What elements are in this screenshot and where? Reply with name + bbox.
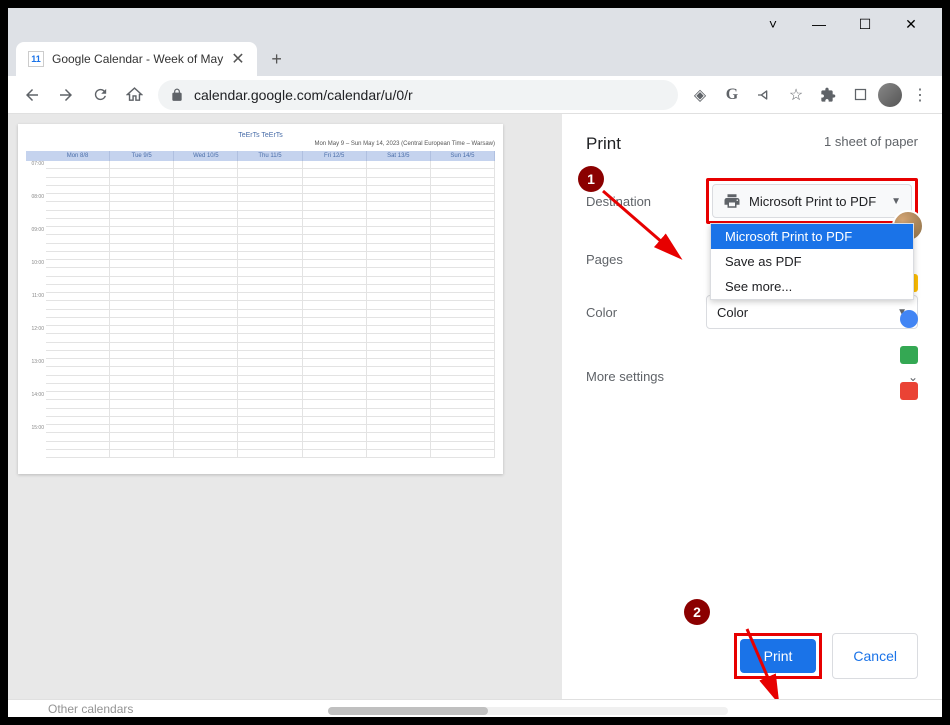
annotation-badge-2: 2 [684,599,710,625]
bottom-strip: Other calendars [8,699,942,717]
print-dialog-title: Print [586,134,621,154]
arrow-right-icon [57,86,75,104]
calendar-title: TeErTs TeErTs [26,132,495,139]
back-button[interactable] [16,79,48,111]
window-dropdown[interactable]: ˅ [750,9,796,39]
destination-value: Microsoft Print to PDF [749,194,876,209]
menu-icon[interactable]: ⋮ [906,81,934,109]
more-settings-label: More settings [586,369,664,384]
horizontal-scrollbar[interactable] [328,707,728,715]
destination-dropdown-menu: Microsoft Print to PDF Save as PDF See m… [710,223,914,300]
home-icon [126,86,143,103]
scrollbar-thumb[interactable] [328,707,488,715]
share-icon[interactable] [750,81,778,109]
diamond-icon[interactable]: ◈ [686,81,714,109]
reload-button[interactable] [84,79,116,111]
calendar-header-row: Mon 8/8 Tue 9/5 Wed 10/5 Thu 11/5 Fri 12… [26,151,495,161]
calendar-subtitle: Mon May 9 – Sun May 14, 2023 (Central Eu… [26,141,495,147]
color-dropdown[interactable]: Color ▼ [706,295,918,329]
chevron-down-icon: ▼ [891,196,901,207]
window-titlebar: ˅ — ☐ ✕ [8,8,942,40]
color-label: Color [586,305,706,320]
maps-icon [900,382,918,400]
reload-icon [92,86,109,103]
contacts-icon [900,346,918,364]
url-text: calendar.google.com/calendar/u/0/r [194,87,413,103]
sheet-count: 1 sheet of paper [824,134,918,154]
print-preview-pane: TeErTs TeErTs Mon May 9 – Sun May 14, 20… [8,114,562,699]
day-header: Fri 12/5 [303,151,367,161]
day-header: Wed 10/5 [174,151,238,161]
printer-icon [723,192,741,210]
print-header: Print 1 sheet of paper [586,134,918,154]
arrow-left-icon [23,86,41,104]
google-icon[interactable]: G [718,81,746,109]
tab-title: Google Calendar - Week of May [52,52,223,66]
annotation-highlight-1: Microsoft Print to PDF ▼ Microsoft Print… [706,178,918,224]
color-value: Color [717,305,748,320]
address-bar[interactable]: calendar.google.com/calendar/u/0/r [158,80,678,110]
profile-avatar[interactable] [878,83,902,107]
tab-close-icon[interactable]: ✕ [231,49,244,69]
annotation-arrow-1 [598,186,698,276]
cancel-button[interactable]: Cancel [832,633,918,679]
more-settings-toggle[interactable]: More settings ⌄ [586,369,918,384]
tab-bar: 11 Google Calendar - Week of May ✕ + [8,40,942,76]
tasks-icon [900,310,918,328]
print-dialog-content: TeErTs TeErTs Mon May 9 – Sun May 14, 20… [8,114,942,699]
annotation-arrow-2 [737,624,797,699]
new-tab-button[interactable]: + [263,45,291,73]
color-row: Color Color ▼ [586,295,918,329]
day-header: Tue 9/5 [110,151,174,161]
window-minimize[interactable]: — [796,9,842,39]
browser-window: ˅ — ☐ ✕ 11 Google Calendar - Week of May… [8,8,942,717]
day-header: Sun 14/5 [431,151,495,161]
other-calendars-label: Other calendars [48,702,133,716]
preview-page: TeErTs TeErTs Mon May 9 – Sun May 14, 20… [18,124,503,474]
dropdown-option-ms-print-pdf[interactable]: Microsoft Print to PDF [711,224,913,249]
forward-button[interactable] [50,79,82,111]
destination-dropdown[interactable]: Microsoft Print to PDF ▼ Microsoft Print… [712,184,912,218]
toolbar-right: ◈ G ☆ ⋮ [686,81,934,109]
annotation-badge-1: 1 [578,166,604,192]
day-header: Mon 8/8 [46,151,110,161]
browser-toolbar: calendar.google.com/calendar/u/0/r ◈ G ☆… [8,76,942,114]
home-button[interactable] [118,79,150,111]
window-close[interactable]: ✕ [888,9,934,39]
tab-google-calendar[interactable]: 11 Google Calendar - Week of May ✕ [16,42,257,76]
calendar-body: 07:00 08:00 09:00 10:00 11:00 12:00 13:0… [26,161,495,458]
dropdown-option-save-as-pdf[interactable]: Save as PDF [711,249,913,274]
bookmark-icon[interactable]: ☆ [782,81,810,109]
lock-icon [170,88,184,102]
day-header: Thu 11/5 [238,151,302,161]
calendar-favicon-icon: 11 [28,51,44,67]
account-icon[interactable] [846,81,874,109]
day-header: Sat 13/5 [367,151,431,161]
extensions-icon[interactable] [814,81,842,109]
window-maximize[interactable]: ☐ [842,9,888,39]
dropdown-option-see-more[interactable]: See more... [711,274,913,299]
